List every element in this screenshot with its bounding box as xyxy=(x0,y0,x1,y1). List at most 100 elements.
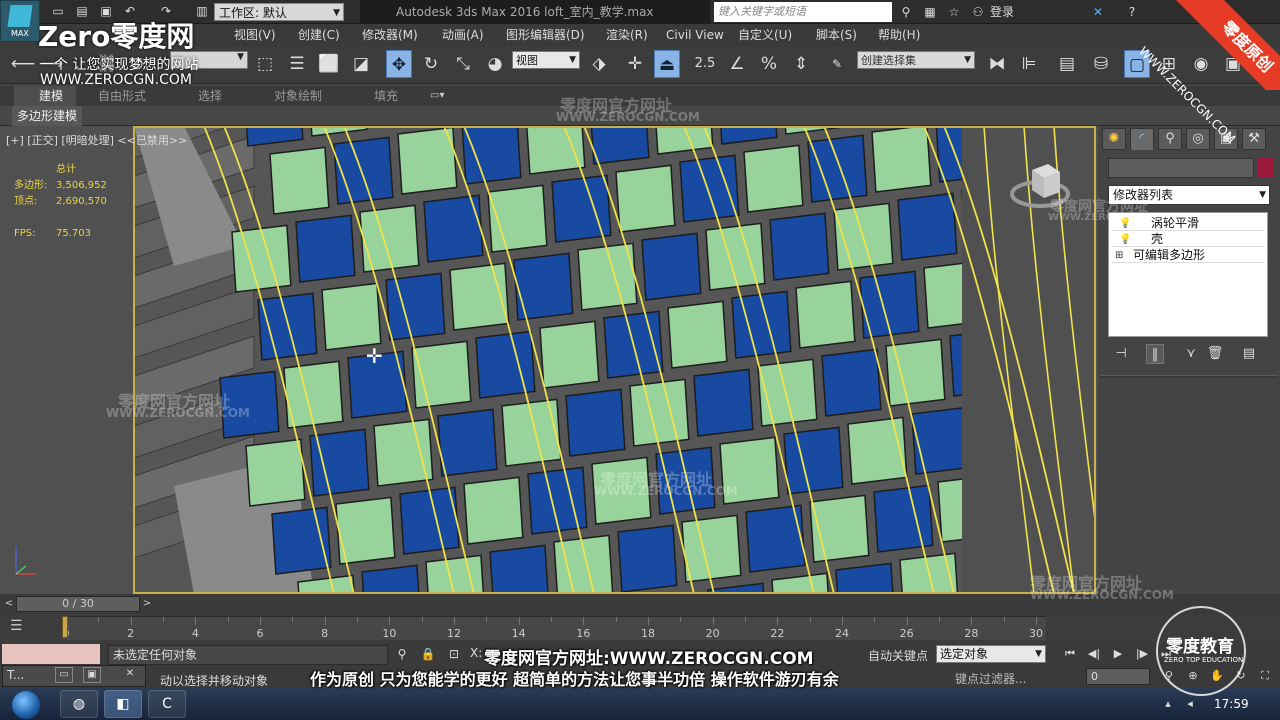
binoculars-icon[interactable]: ⚲ xyxy=(898,4,914,20)
percent-snap-icon[interactable]: % xyxy=(756,50,782,78)
redo-icon[interactable]: ↷ xyxy=(158,3,174,19)
object-name-input[interactable] xyxy=(1108,158,1254,178)
new-file-icon[interactable]: ▭ xyxy=(50,3,66,19)
maximize-viewport-icon[interactable]: ⛶ xyxy=(1256,668,1274,684)
hierarchy-tab-icon[interactable]: ⚲ xyxy=(1158,128,1182,150)
menu-view[interactable]: 视图(V) xyxy=(234,24,276,46)
viewport-label-menu[interactable]: [+] [正交] [明暗处理] <<已禁用>> xyxy=(6,132,187,148)
select-rotate-icon[interactable]: ↻ xyxy=(418,50,444,78)
ribbon-tab-object-paint[interactable]: 对象绘制 xyxy=(274,86,322,106)
restore-icon[interactable]: ▭ xyxy=(55,667,73,683)
keyboard-shortcut-override-icon[interactable]: ⏏ xyxy=(654,50,680,78)
stack-item-editable-poly[interactable]: ⊞ 可编辑多边形 xyxy=(1111,247,1265,263)
viewport[interactable] xyxy=(0,126,1098,594)
absolute-mode-icon[interactable]: ⊡ xyxy=(446,646,462,662)
search-input[interactable]: 键入关键字或短语 xyxy=(714,2,892,22)
timeline-playhead[interactable] xyxy=(62,616,68,638)
key-filters-button[interactable]: 键点过滤器... xyxy=(955,670,1026,687)
save-file-icon[interactable]: ▣ xyxy=(98,3,114,19)
object-color-swatch[interactable] xyxy=(1258,158,1273,178)
rectangular-selection-icon[interactable]: ⬜ xyxy=(316,50,342,78)
taskbar-clock[interactable]: 17:59 xyxy=(1214,697,1249,711)
ribbon-tab-freeform[interactable]: 自由形式 xyxy=(98,86,146,106)
pivot-center-icon[interactable]: ⬗ xyxy=(586,50,612,78)
place-icon[interactable]: ◕ xyxy=(482,50,508,78)
ribbon-tab-selection[interactable]: 选择 xyxy=(198,86,222,106)
menu-rendering[interactable]: 渲染(R) xyxy=(606,24,648,46)
3dsmax-taskbar-icon[interactable]: ◧ xyxy=(104,690,142,718)
user-icon[interactable]: ⚇ xyxy=(970,4,986,20)
select-by-name-icon[interactable]: ☰ xyxy=(284,50,310,78)
reference-coordinate-dropdown[interactable]: 视图 ▼ xyxy=(512,51,580,69)
ribbon-panel-label[interactable]: 多边形建模 xyxy=(12,106,83,126)
menu-modifiers[interactable]: 修改器(M) xyxy=(362,24,418,46)
open-file-icon[interactable]: ▤ xyxy=(74,3,90,19)
close-icon[interactable]: ✕ xyxy=(121,667,139,683)
expand-plus-icon[interactable]: ⊞ xyxy=(1115,248,1123,264)
login-button[interactable]: 登录 xyxy=(990,0,1014,24)
remove-modifier-icon[interactable]: 🗑 xyxy=(1206,344,1224,364)
current-frame-input[interactable]: 0 xyxy=(1086,668,1150,685)
timeline-track[interactable]: 024681012141618202224262830 xyxy=(62,616,1046,640)
spinner-snap-icon[interactable]: ⇕ xyxy=(788,50,814,78)
show-end-result-icon[interactable]: ‖ xyxy=(1146,344,1164,364)
maximize-icon[interactable]: ▣ xyxy=(83,667,101,683)
ribbon-options-icon[interactable]: ▭▾ xyxy=(430,86,444,106)
app-logo-button[interactable]: MAX xyxy=(0,0,40,42)
menu-help[interactable]: 帮助(H) xyxy=(878,24,920,46)
make-unique-icon[interactable]: ⋎ xyxy=(1182,344,1200,364)
utilities-tab-icon[interactable]: ⚒ xyxy=(1242,128,1266,150)
align-icon[interactable]: ⊫ xyxy=(1016,50,1042,78)
undo-toolbar-icon[interactable]: ⟵ xyxy=(10,50,36,78)
help-icon[interactable]: ? xyxy=(1124,4,1140,20)
ribbon-tab-modeling[interactable]: 建模 xyxy=(14,86,76,106)
tray-volume-icon[interactable]: ◂ xyxy=(1182,696,1198,712)
selection-lock-icon[interactable]: 🔒 xyxy=(420,646,436,662)
menu-graph-editors[interactable]: 图形编辑器(D) xyxy=(506,24,585,46)
layer-manager-icon[interactable]: ▤ xyxy=(1054,50,1080,78)
select-scale-icon[interactable]: ⤡ xyxy=(450,50,476,78)
slider-prev-icon[interactable]: < xyxy=(2,596,16,612)
slider-next-icon[interactable]: > xyxy=(140,596,154,612)
start-button[interactable] xyxy=(4,689,48,719)
time-slider[interactable]: 0 / 30 xyxy=(16,596,140,612)
ribbon-tab-populate[interactable]: 填充 xyxy=(374,86,398,106)
exchange-icon[interactable]: ✕ xyxy=(1090,4,1106,20)
angle-snap-icon[interactable]: ∠ xyxy=(724,50,750,78)
graphite-ribbon-icon[interactable]: ⛁ xyxy=(1088,50,1114,78)
tray-network-icon[interactable]: ▴ xyxy=(1160,696,1176,712)
select-move-icon[interactable]: ✥ xyxy=(386,50,412,78)
key-filter-dropdown[interactable]: 选定对象 ▼ xyxy=(936,645,1046,663)
firefox-taskbar-icon[interactable]: ◍ xyxy=(60,690,98,718)
minimized-window[interactable]: T... ▭ ▣ ✕ xyxy=(2,665,146,687)
light-bulb-icon[interactable]: 💡 xyxy=(1119,232,1131,248)
menu-animation[interactable]: 动画(A) xyxy=(442,24,484,46)
undo-icon[interactable]: ↶ xyxy=(122,3,138,19)
create-tab-icon[interactable]: ✺ xyxy=(1102,128,1126,150)
favorites-star-icon[interactable]: ☆ xyxy=(946,4,962,20)
previous-frame-icon[interactable]: ◀| xyxy=(1084,646,1104,662)
workspace-dropdown[interactable]: 工作区: 默认 ▼ xyxy=(214,3,344,21)
motion-tab-icon[interactable]: ◎ xyxy=(1186,128,1210,150)
named-selection-dropdown[interactable]: 创建选择集 ▼ xyxy=(857,51,975,69)
go-to-start-icon[interactable]: ⏮ xyxy=(1060,646,1080,662)
configure-modifier-sets-icon[interactable]: ▤ xyxy=(1240,344,1258,364)
subscription-icon[interactable]: ▦ xyxy=(922,4,938,20)
maxscript-listener-input[interactable] xyxy=(2,644,100,664)
manipulate-icon[interactable]: ✛ xyxy=(622,50,648,78)
menu-civil-view[interactable]: Civil View xyxy=(666,24,724,46)
auto-key-button[interactable]: 自动关键点 xyxy=(868,647,928,664)
play-icon[interactable]: ▶ xyxy=(1108,646,1128,662)
modify-tab-icon[interactable]: ◜ xyxy=(1130,128,1154,150)
window-crossing-icon[interactable]: ◪ xyxy=(348,50,374,78)
menu-scripting[interactable]: 脚本(S) xyxy=(816,24,857,46)
isolate-selection-icon[interactable]: ⚲ xyxy=(394,646,410,662)
menu-customize[interactable]: 自定义(U) xyxy=(738,24,792,46)
mini-curve-editor-icon[interactable]: ☰ xyxy=(10,618,23,634)
menu-create[interactable]: 创建(C) xyxy=(298,24,340,46)
snap-toggle-icon[interactable]: 2.5 xyxy=(692,50,718,78)
mirror-icon[interactable]: ⧓ xyxy=(984,50,1010,78)
pin-stack-icon[interactable]: ⊣ xyxy=(1112,344,1130,364)
select-object-icon[interactable]: ⬚ xyxy=(252,50,278,78)
project-folder-icon[interactable]: ▥ xyxy=(194,3,210,19)
